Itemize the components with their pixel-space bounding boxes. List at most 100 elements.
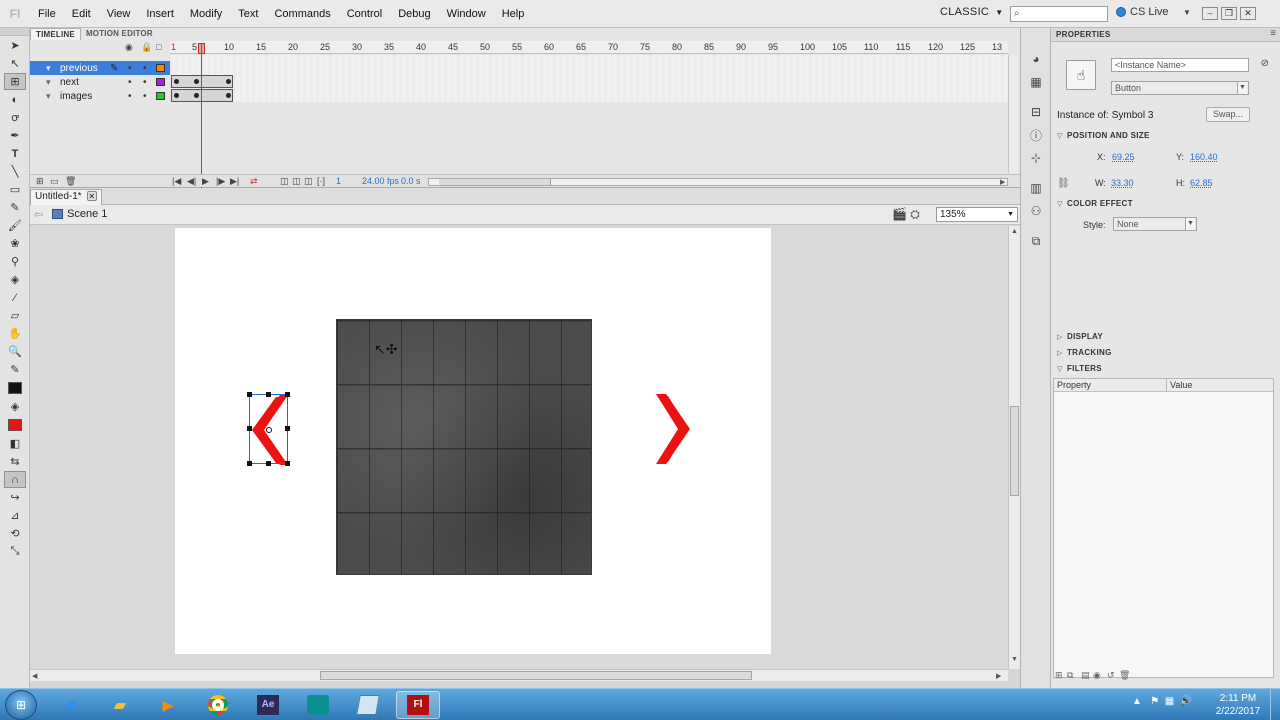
library-panel-icon[interactable]: ▥: [1026, 179, 1046, 197]
eye-icon[interactable]: ◉: [125, 42, 133, 53]
onion-skin-icon[interactable]: ◫: [280, 176, 289, 187]
swatches-panel-icon[interactable]: ▦: [1026, 73, 1046, 91]
play-icon[interactable]: ▶: [202, 176, 209, 187]
scrollbar-thumb[interactable]: [320, 671, 752, 680]
frame-ruler[interactable]: 1 5 10 15 20 25 30 35 40 45 50 55 60 65 70 75 80 85 90 95 10…: [170, 41, 1008, 54]
show-desktop-button[interactable]: [1270, 689, 1280, 720]
visibility-dot[interactable]: •: [128, 91, 132, 102]
lasso-tool-icon[interactable]: ꝍ: [4, 109, 26, 126]
keyframe[interactable]: [194, 93, 199, 98]
black-white-icon[interactable]: ◧: [4, 435, 26, 452]
lock-icon[interactable]: 🔒: [141, 42, 152, 53]
selection-bounding-box[interactable]: [247, 392, 290, 466]
fill-color-swatch[interactable]: [8, 419, 22, 431]
first-frame-icon[interactable]: |◀: [172, 176, 181, 187]
step-forward-icon[interactable]: |▶: [216, 176, 225, 187]
selection-tool-icon[interactable]: ➤: [4, 37, 26, 54]
keyframe[interactable]: [174, 93, 179, 98]
filters-table[interactable]: Property Value: [1053, 378, 1274, 678]
show-hidden-icons-icon[interactable]: ▲: [1132, 696, 1142, 707]
after-effects-icon[interactable]: Ae: [246, 691, 290, 719]
deco-tool-icon[interactable]: ❀: [4, 235, 26, 252]
paint-bucket-tool-icon[interactable]: ◈: [4, 271, 26, 288]
resize-handle[interactable]: [266, 461, 271, 466]
edit-scene-icon[interactable]: 🎬: [892, 207, 907, 221]
scroll-left-icon[interactable]: ◀: [32, 672, 37, 680]
scale-icon[interactable]: ⤡: [4, 543, 26, 560]
text-tool-icon[interactable]: T: [4, 145, 26, 162]
next-arrow-button[interactable]: [652, 394, 692, 464]
scroll-right-icon[interactable]: ▶: [1000, 178, 1005, 186]
help-search-input[interactable]: ⌕: [1010, 6, 1108, 22]
position-size-section[interactable]: ▽ POSITION AND SIZE: [1051, 129, 1280, 143]
keyframe[interactable]: [226, 79, 231, 84]
chevron-down-icon[interactable]: ▼: [1183, 8, 1191, 17]
current-frame[interactable]: 1: [336, 176, 341, 186]
timeline-vertical-scrollbar[interactable]: [1008, 55, 1018, 173]
panel-grip[interactable]: [0, 28, 29, 36]
x-value[interactable]: 69.25: [1112, 152, 1135, 162]
menu-file[interactable]: File: [30, 0, 64, 28]
scroll-down-icon[interactable]: ▼: [1011, 656, 1018, 663]
swap-button[interactable]: Swap...: [1206, 107, 1250, 122]
teal-app-icon[interactable]: [296, 691, 340, 719]
snap-to-objects-icon[interactable]: ∩: [4, 471, 26, 488]
delete-layer-icon[interactable]: 🗑: [65, 176, 76, 187]
action-center-icon[interactable]: ⚑: [1150, 696, 1159, 707]
color-effect-section[interactable]: ▽ COLOR EFFECT: [1051, 197, 1280, 211]
lock-dot[interactable]: •: [143, 91, 147, 102]
flash-app-icon[interactable]: Fl: [396, 691, 440, 719]
menu-window[interactable]: Window: [439, 0, 494, 28]
resize-handle[interactable]: [247, 392, 252, 397]
scroll-right-icon[interactable]: ▶: [996, 672, 1001, 680]
keyframe-span[interactable]: [171, 75, 233, 88]
resize-handle[interactable]: [285, 426, 290, 431]
resize-handle[interactable]: [247, 426, 252, 431]
frame-grid[interactable]: [170, 55, 1008, 102]
windows-start-icon[interactable]: ⊞: [5, 690, 37, 720]
tab-motion-editor[interactable]: MOTION EDITOR: [81, 28, 158, 40]
volume-icon[interactable]: 🔊: [1180, 696, 1192, 707]
resize-handle[interactable]: [247, 461, 252, 466]
last-frame-icon[interactable]: ▶|: [230, 176, 239, 187]
transform-panel-icon[interactable]: ⊹: [1026, 149, 1046, 167]
smooth-icon[interactable]: ↪: [4, 489, 26, 506]
edit-multiple-frames-icon[interactable]: ◫: [304, 176, 313, 187]
menu-debug[interactable]: Debug: [390, 0, 438, 28]
properties-title[interactable]: PROPERTIES: [1051, 28, 1280, 42]
scrollbar-thumb[interactable]: [439, 179, 551, 185]
zoom-tool-icon[interactable]: 🔍: [4, 343, 26, 360]
y-value[interactable]: 160.40: [1190, 152, 1218, 162]
bone-tool-icon[interactable]: ⚲: [4, 253, 26, 270]
swap-colors-icon[interactable]: ⇆: [4, 453, 26, 470]
new-folder-icon[interactable]: ▭: [50, 176, 59, 187]
keyframe[interactable]: [226, 93, 231, 98]
instance-name-input[interactable]: <Instance Name>: [1111, 58, 1249, 72]
clock[interactable]: 2:11 PM 2/22/2017: [1208, 692, 1268, 718]
layer-row-images[interactable]: ▾ images • •: [30, 89, 170, 103]
column-divider[interactable]: [1166, 379, 1167, 392]
keyframe-span[interactable]: [171, 89, 233, 102]
resize-handle[interactable]: [285, 392, 290, 397]
visibility-dot[interactable]: •: [128, 77, 132, 88]
enable-filter-icon[interactable]: ◉: [1093, 670, 1101, 681]
eraser-tool-icon[interactable]: ▱: [4, 307, 26, 324]
reset-filter-icon[interactable]: ↺: [1107, 670, 1115, 681]
loop-icon[interactable]: ⇄: [250, 176, 258, 187]
straighten-icon[interactable]: ⊿: [4, 507, 26, 524]
layer-row-next[interactable]: ▾ next • •: [30, 75, 170, 89]
stage[interactable]: ↖✣: [175, 228, 771, 654]
scrollbar-thumb[interactable]: [1010, 406, 1019, 496]
rotate-skew-icon[interactable]: ⟲: [4, 525, 26, 542]
pen-tool-icon[interactable]: ✒: [4, 127, 26, 144]
onion-markers-icon[interactable]: [·]: [317, 176, 325, 186]
stage-vertical-scrollbar[interactable]: ▲ ▼: [1008, 226, 1020, 669]
tracking-section[interactable]: ▷ TRACKING: [1051, 346, 1280, 360]
frame-rate[interactable]: 24.00 fps: [362, 176, 399, 186]
3d-rotation-tool-icon[interactable]: ◐: [4, 91, 26, 108]
info-panel-icon[interactable]: ⓘ: [1026, 126, 1046, 144]
layer-outline-color[interactable]: [156, 78, 165, 86]
w-value[interactable]: 33.30: [1111, 178, 1134, 188]
layer-outline-color[interactable]: [156, 64, 165, 72]
resize-handle[interactable]: [266, 392, 271, 397]
